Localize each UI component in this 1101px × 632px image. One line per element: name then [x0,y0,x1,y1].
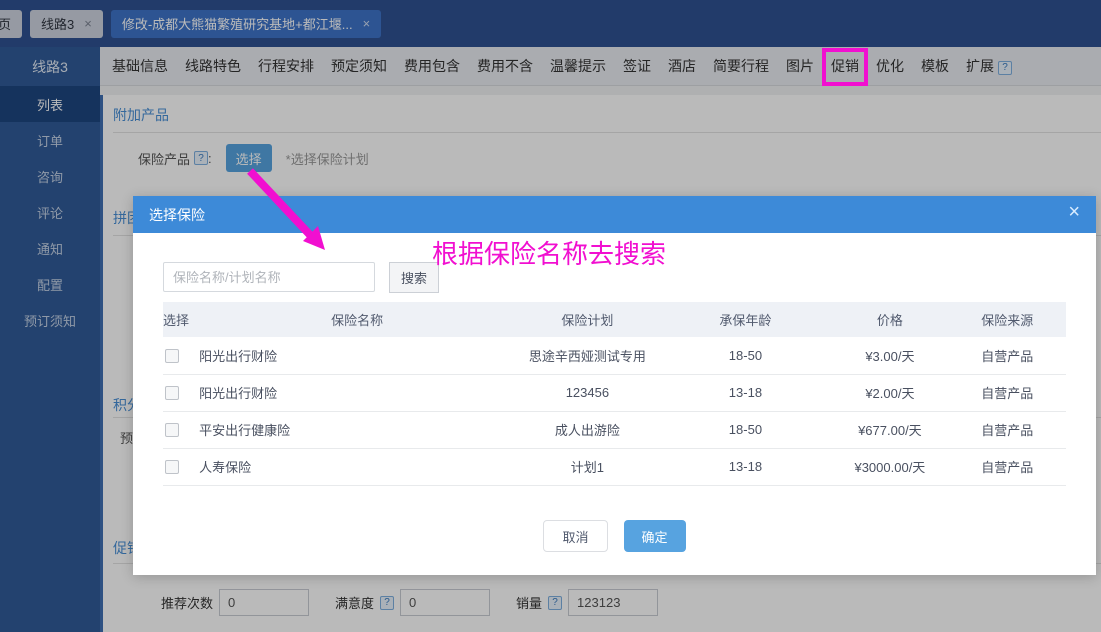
confirm-button[interactable]: 确定 [623,520,686,552]
row-checkbox[interactable] [165,386,179,401]
cancel-button[interactable]: 取消 [543,520,608,552]
cell-source: 自营产品 [948,448,1066,486]
modal-footer: 取消 确定 [133,520,1096,552]
column-header-price: 价格 [831,302,949,337]
cell-insured-age: 13-18 [659,448,832,486]
table-row: 阳光出行财险 思途辛西娅测试专用 18-50 ¥3.00/天 自营产品 [163,337,1066,375]
row-checkbox[interactable] [165,423,179,438]
table-row: 阳光出行财险 123456 13-18 ¥2.00/天 自营产品 [163,374,1066,412]
column-header-insurance-name: 保险名称 [199,302,516,337]
close-icon[interactable]: × [1068,202,1080,222]
cell-insured-age: 18-50 [659,337,832,375]
cell-price: ¥677.00/天 [831,411,949,449]
modal-header: 选择保险 × [133,196,1096,233]
column-header-source: 保险来源 [948,302,1066,337]
table-row: 人寿保险 计划1 13-18 ¥3000.00/天 自营产品 [163,448,1066,486]
row-checkbox[interactable] [165,460,179,475]
column-header-select: 选择 [163,302,200,337]
cell-price: ¥2.00/天 [831,374,949,412]
cell-insurance-name: 阳光出行财险 [199,374,516,412]
cell-insurance-name: 人寿保险 [199,448,516,486]
search-button[interactable]: 搜索 [389,262,440,293]
modal-title: 选择保险 [149,206,205,223]
cell-insured-age: 18-50 [659,411,832,449]
column-header-insurance-plan: 保险计划 [515,302,660,337]
cell-source: 自营产品 [948,374,1066,412]
table-header-row: 选择 保险名称 保险计划 承保年龄 价格 保险来源 [163,302,1066,337]
cell-insurance-name: 平安出行健康险 [199,411,516,449]
insurance-search-input[interactable] [163,262,375,292]
cell-source: 自营产品 [948,337,1066,375]
cell-price: ¥3000.00/天 [831,448,949,486]
cell-insurance-plan: 成人出游险 [515,411,660,449]
select-insurance-modal: 选择保险 × 搜索 选择 保险名称 保险计划 承保年龄 价格 保险来源 阳光出行… [133,196,1096,575]
column-header-insured-age: 承保年龄 [659,302,832,337]
cell-insurance-name: 阳光出行财险 [199,337,516,375]
cell-source: 自营产品 [948,411,1066,449]
cell-price: ¥3.00/天 [831,337,949,375]
table-row: 平安出行健康险 成人出游险 18-50 ¥677.00/天 自营产品 [163,411,1066,449]
cell-insurance-plan: 计划1 [515,448,660,486]
cell-insurance-plan: 123456 [515,374,660,412]
insurance-table: 选择 保险名称 保险计划 承保年龄 价格 保险来源 阳光出行财险 思途辛西娅测试… [163,302,1066,486]
cell-insurance-plan: 思途辛西娅测试专用 [515,337,660,375]
row-checkbox[interactable] [165,349,179,364]
cell-insured-age: 13-18 [659,374,832,412]
